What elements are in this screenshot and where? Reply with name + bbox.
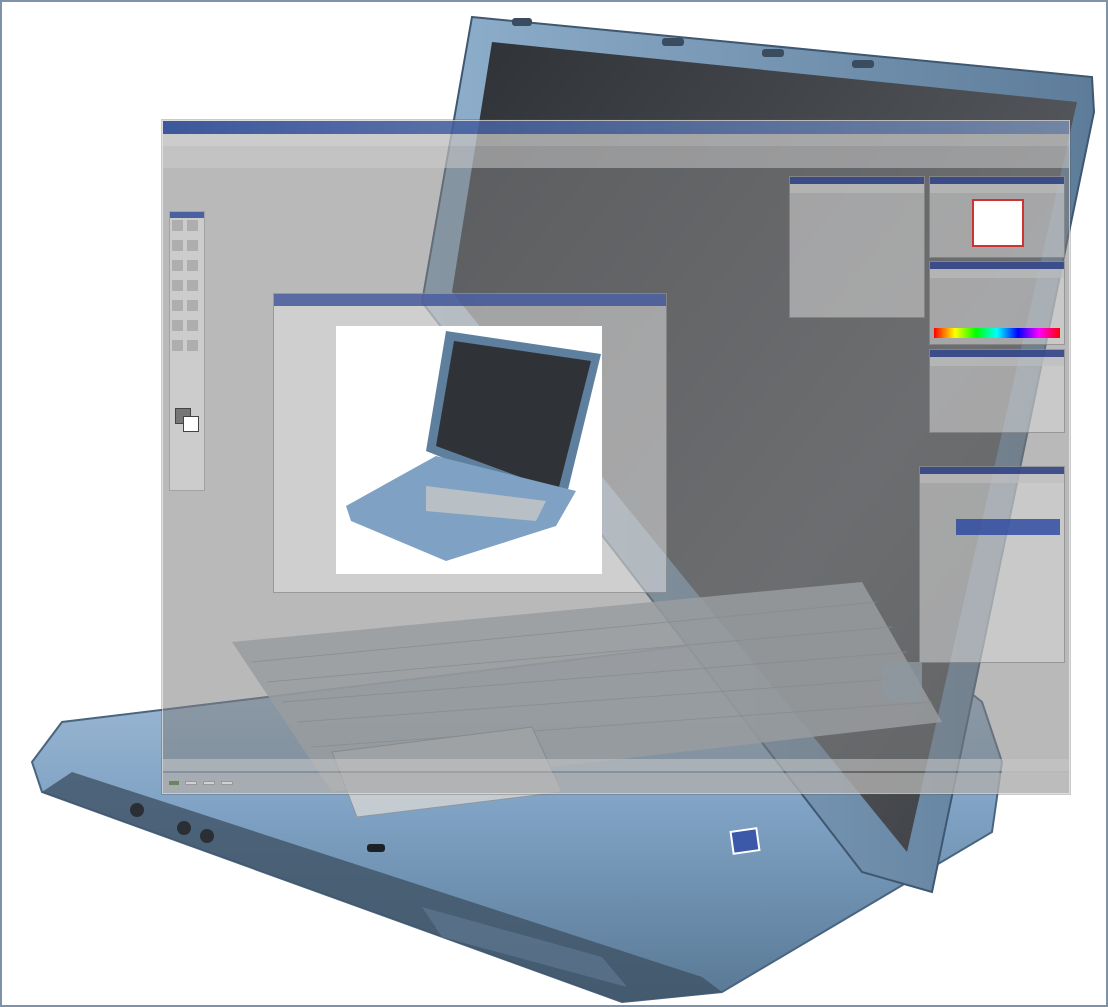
- tool-icon: [187, 240, 198, 251]
- info-panel: [789, 176, 925, 318]
- tool-icon: [172, 260, 183, 271]
- options-bar: [163, 146, 1069, 168]
- toolbox: [169, 211, 205, 491]
- tool-icon: [187, 260, 198, 271]
- status-bar: [163, 759, 1069, 771]
- document-window: [273, 293, 667, 593]
- tool-icon: [187, 320, 198, 331]
- color-panel: [929, 261, 1065, 345]
- navigator-thumbnail: [972, 199, 1024, 247]
- layers-panel: [919, 466, 1065, 663]
- document-canvas: [336, 326, 602, 574]
- taskbar: [163, 773, 1069, 793]
- taskbar-item: [203, 781, 215, 785]
- badge-icon: [729, 827, 761, 855]
- tool-icon: [172, 340, 183, 351]
- doc-title: [274, 294, 666, 306]
- tool-icon: [172, 280, 183, 291]
- navigator-panel: [929, 176, 1065, 258]
- tool-icon: [172, 220, 183, 231]
- image-frame: [0, 0, 1108, 1007]
- photoshop-window: [162, 120, 1070, 794]
- tool-icon: [172, 320, 183, 331]
- tool-icon: [172, 300, 183, 311]
- tool-icon: [187, 340, 198, 351]
- tool-icon: [187, 220, 198, 231]
- app-titlebar: [163, 121, 1069, 134]
- menu-bar: [163, 134, 1069, 146]
- selected-layer: [956, 519, 1060, 535]
- background-swatch: [183, 416, 199, 432]
- tool-icon: [187, 300, 198, 311]
- start-icon: [169, 781, 179, 785]
- taskbar-item: [185, 781, 197, 785]
- color-ramp: [934, 328, 1060, 338]
- tool-icon: [187, 280, 198, 291]
- laptop-thumbnail: [346, 331, 601, 561]
- tool-icon: [172, 240, 183, 251]
- taskbar-item: [221, 781, 233, 785]
- history-panel: [929, 349, 1065, 433]
